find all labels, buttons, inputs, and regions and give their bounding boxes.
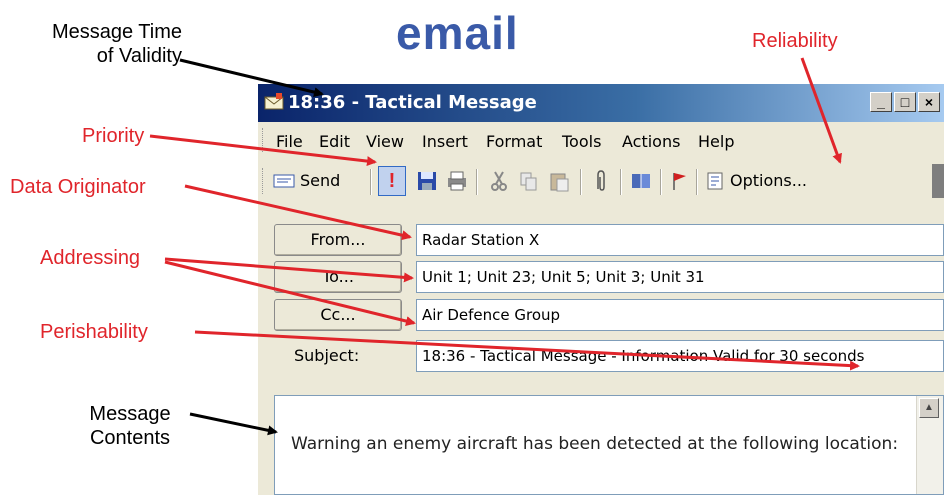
minimize-button[interactable]: _	[870, 92, 892, 112]
send-icon	[273, 174, 295, 188]
from-field[interactable]: Radar Station X	[416, 224, 944, 256]
message-body[interactable]: Warning an enemy aircraft has been detec…	[274, 395, 944, 495]
cc-button[interactable]: Cc...	[274, 299, 402, 331]
maximize-button[interactable]: □	[894, 92, 916, 112]
label-reliability: Reliability	[752, 30, 838, 52]
paperclip-icon[interactable]	[590, 169, 612, 193]
label-data-originator: Data Originator	[10, 176, 146, 198]
menu-tools[interactable]: Tools	[562, 132, 601, 151]
window-title: 18:36 - Tactical Message	[288, 92, 537, 113]
vertical-scrollbar[interactable]: ▲	[916, 396, 943, 494]
menu-bar: File Edit View Insert Format Tools Actio…	[258, 122, 944, 158]
menu-file[interactable]: File	[276, 132, 303, 151]
options-label: Options...	[730, 171, 807, 190]
toolbar-overflow-chevron[interactable]	[932, 164, 944, 198]
diagram-title: email	[396, 7, 519, 59]
envelope-icon	[264, 93, 284, 110]
send-button[interactable]: Send	[270, 169, 362, 193]
flag-icon[interactable]	[668, 169, 690, 193]
toolbar-grip	[262, 168, 266, 194]
label-message-time-line2: of Validity	[96, 45, 182, 67]
menu-edit[interactable]: Edit	[319, 132, 350, 151]
toolbar-separator	[370, 169, 372, 195]
label-message-contents-line2: Contents	[89, 427, 171, 449]
menu-actions[interactable]: Actions	[622, 132, 680, 151]
toolbar-separator	[620, 169, 622, 195]
menu-grip	[262, 128, 266, 152]
toolbar-separator	[696, 169, 698, 195]
toolbar: Send ! Options...	[258, 158, 944, 205]
cc-field[interactable]: Air Defence Group	[416, 299, 944, 331]
paste-icon[interactable]	[548, 169, 570, 193]
send-label: Send	[300, 171, 341, 190]
subject-field[interactable]: 18:36 - Tactical Message - Information V…	[416, 340, 944, 372]
copy-icon[interactable]	[518, 169, 540, 193]
message-body-text: Warning an enemy aircraft has been detec…	[291, 434, 899, 454]
label-message-contents: Message Contents	[70, 402, 190, 450]
address-book-icon[interactable]	[630, 169, 652, 193]
message-window: 18:36 - Tactical Message _ □ × File Edit…	[258, 84, 944, 495]
exclamation-icon: !	[388, 170, 396, 192]
label-message-time: Message Time of Validity	[12, 20, 182, 68]
menu-format[interactable]: Format	[486, 132, 542, 151]
close-button[interactable]: ×	[918, 92, 940, 112]
from-button[interactable]: From...	[274, 224, 402, 256]
menu-help[interactable]: Help	[698, 132, 734, 151]
scroll-up-arrow-icon[interactable]: ▲	[919, 398, 939, 418]
menu-view[interactable]: View	[366, 132, 404, 151]
print-icon[interactable]	[446, 169, 468, 193]
label-addressing: Addressing	[40, 247, 141, 269]
save-icon[interactable]	[416, 169, 438, 193]
subject-label: Subject:	[294, 346, 360, 365]
label-message-time-line1: Message Time	[51, 21, 182, 43]
toolbar-separator	[476, 169, 478, 195]
label-message-contents-line1: Message	[89, 403, 171, 425]
options-icon	[707, 172, 723, 190]
cut-icon[interactable]	[488, 169, 510, 193]
label-priority: Priority	[82, 125, 145, 147]
title-bar: 18:36 - Tactical Message _ □ ×	[258, 84, 944, 122]
toolbar-separator	[660, 169, 662, 195]
to-field[interactable]: Unit 1; Unit 23; Unit 5; Unit 3; Unit 31	[416, 261, 944, 293]
message-form: From... Radar Station X To... Unit 1; Un…	[258, 204, 944, 495]
to-button[interactable]: To...	[274, 261, 402, 293]
importance-button[interactable]: !	[378, 166, 406, 196]
menu-insert[interactable]: Insert	[422, 132, 468, 151]
label-perishability: Perishability	[40, 321, 148, 343]
toolbar-separator	[580, 169, 582, 195]
options-button[interactable]: Options...	[706, 169, 818, 193]
